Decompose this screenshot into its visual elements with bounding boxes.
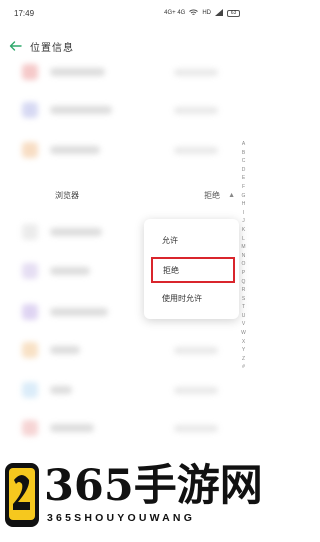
alphabet-index[interactable]: A B C D E F G H I J K L M N O P Q R S T U V W X Y Z #: [239, 140, 248, 372]
status-time: 17:49: [14, 8, 35, 18]
browser-permission-row[interactable]: 浏览器 拒绝 ▲: [55, 185, 235, 205]
alphabet-index-letter[interactable]: V: [242, 320, 245, 329]
alphabet-index-letter[interactable]: Y: [242, 346, 245, 355]
alphabet-index-letter[interactable]: N: [242, 252, 246, 261]
list-item[interactable]: [22, 416, 236, 440]
alphabet-index-letter[interactable]: G: [242, 192, 246, 201]
list-item[interactable]: [22, 98, 236, 122]
alphabet-index-letter[interactable]: B: [242, 149, 245, 158]
alphabet-index-letter[interactable]: C: [242, 157, 246, 166]
alphabet-index-letter[interactable]: #: [242, 363, 245, 372]
list-item[interactable]: [22, 138, 236, 162]
alphabet-index-letter[interactable]: Z: [242, 355, 245, 364]
alphabet-index-letter[interactable]: K: [242, 226, 245, 235]
alphabet-index-letter[interactable]: X: [242, 338, 245, 347]
alphabet-index-letter[interactable]: U: [242, 312, 246, 321]
hd-label: HD: [202, 10, 211, 16]
network-label: 4G+ 4G: [164, 10, 186, 16]
list-item[interactable]: [22, 378, 236, 402]
back-button[interactable]: [0, 32, 30, 60]
status-bar: 17:49 4G+ 4G HD 63: [0, 0, 250, 26]
alphabet-index-letter[interactable]: P: [242, 269, 245, 278]
alphabet-index-letter[interactable]: F: [242, 183, 245, 192]
alphabet-index-letter[interactable]: H: [242, 200, 246, 209]
battery-icon: 63: [227, 9, 240, 17]
alphabet-index-letter[interactable]: R: [242, 286, 246, 295]
alphabet-index-letter[interactable]: S: [242, 295, 245, 304]
alphabet-index-letter[interactable]: O: [242, 260, 246, 269]
watermark-subtitle: 365SHOUYOUWANG: [47, 512, 196, 524]
alphabet-index-letter[interactable]: L: [242, 235, 245, 244]
browser-permission-value[interactable]: 拒绝 ▲: [204, 190, 235, 201]
list-item[interactable]: [22, 60, 236, 84]
menu-item-allow-while-using[interactable]: 使用时允许: [144, 285, 239, 311]
alphabet-index-letter[interactable]: W: [241, 329, 246, 338]
watermark-banner: 365手游网 365SHOUYOUWANG: [0, 450, 263, 542]
alphabet-index-letter[interactable]: T: [242, 303, 245, 312]
list-item[interactable]: [22, 338, 236, 362]
menu-item-deny[interactable]: 拒绝: [151, 257, 235, 283]
alphabet-index-letter[interactable]: E: [242, 174, 245, 183]
menu-item-allow[interactable]: 允许: [144, 227, 239, 253]
alphabet-index-letter[interactable]: I: [243, 209, 244, 218]
signal-icon: [215, 8, 223, 18]
alphabet-index-letter[interactable]: A: [242, 140, 245, 149]
alphabet-index-letter[interactable]: D: [242, 166, 246, 175]
site-logo-icon: [5, 463, 39, 527]
status-icons: 4G+ 4G HD 63: [164, 8, 240, 18]
alphabet-index-letter[interactable]: Q: [242, 278, 246, 287]
app-header: 位置信息: [0, 32, 250, 60]
wifi-icon: [189, 9, 199, 18]
browser-value-label: 拒绝: [204, 190, 221, 200]
browser-label: 浏览器: [55, 190, 79, 200]
page-title: 位置信息: [30, 42, 74, 54]
watermark-title: 365手游网: [44, 461, 263, 511]
alphabet-index-letter[interactable]: J: [242, 217, 245, 226]
arrow-left-icon: [9, 41, 22, 51]
caret-up-icon: ▲: [228, 191, 235, 199]
alphabet-index-letter[interactable]: M: [241, 243, 245, 252]
permission-popup-menu: 允许 拒绝 使用时允许: [144, 219, 239, 319]
